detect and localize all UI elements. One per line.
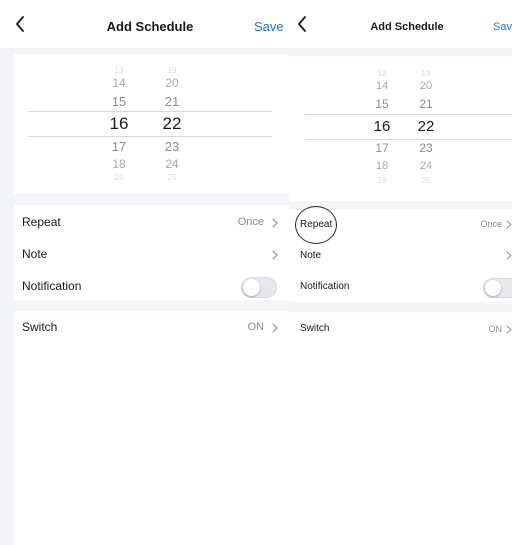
switch-card: Switch ON xyxy=(14,311,289,545)
note-row[interactable]: Note xyxy=(289,240,512,271)
toggle-knob xyxy=(243,279,260,296)
header: Add Schedule Save xyxy=(0,0,289,48)
time-picker[interactable]: 13 14 15 16 17 18 19 19 20 21 22 23 24 2… xyxy=(14,54,289,194)
hour-option[interactable]: 14 xyxy=(104,76,134,90)
back-button[interactable] xyxy=(292,11,312,37)
switch-row[interactable]: Switch ON xyxy=(14,311,289,343)
schedule-screen-right: Add Schedule Save 13 14 15 16 17 18 19 1… xyxy=(289,0,512,545)
hour-option[interactable]: 13 xyxy=(367,69,397,78)
highlight-circle xyxy=(295,206,337,244)
minute-option-selected[interactable]: 22 xyxy=(411,118,441,135)
notification-label: Notification xyxy=(300,281,350,292)
minute-option[interactable]: 19 xyxy=(411,69,441,78)
hour-option[interactable]: 19 xyxy=(367,176,397,185)
notification-toggle[interactable] xyxy=(241,277,277,298)
toggle-knob xyxy=(485,280,501,296)
minute-option[interactable]: 21 xyxy=(411,97,441,111)
chevron-right-icon xyxy=(506,325,512,334)
minute-option[interactable]: 23 xyxy=(157,139,187,154)
repeat-row[interactable]: Repeat Once xyxy=(14,205,289,238)
note-label: Note xyxy=(300,250,322,261)
minute-column[interactable]: 19 20 21 22 23 24 25 xyxy=(157,54,187,194)
switch-label: Switch xyxy=(22,320,58,334)
chevron-left-icon xyxy=(16,16,24,32)
save-button[interactable]: Save xyxy=(493,0,512,48)
hour-option[interactable]: 13 xyxy=(104,66,134,75)
minute-column[interactable]: 19 20 21 22 23 24 25 xyxy=(411,56,441,201)
hour-option[interactable]: 18 xyxy=(367,160,397,172)
page-title: Add Schedule xyxy=(106,19,194,34)
chevron-right-icon xyxy=(506,251,512,260)
hour-option-selected[interactable]: 16 xyxy=(104,114,134,134)
save-button[interactable]: Save xyxy=(254,0,284,48)
switch-value: ON xyxy=(247,321,265,333)
header: Add Schedule Save xyxy=(289,0,512,48)
page-title: Add Schedule xyxy=(370,21,444,33)
picker-divider-bottom xyxy=(28,136,272,137)
hour-option-selected[interactable]: 16 xyxy=(367,118,397,135)
minute-option[interactable]: 19 xyxy=(157,66,187,75)
minute-option[interactable]: 23 xyxy=(411,141,441,155)
back-button[interactable] xyxy=(10,11,30,37)
minute-option[interactable]: 25 xyxy=(157,173,187,182)
chevron-right-icon xyxy=(272,250,278,260)
minute-option[interactable]: 20 xyxy=(157,76,187,90)
chevron-right-icon xyxy=(506,220,512,229)
time-picker[interactable]: 13 14 15 16 17 18 19 19 20 21 22 23 24 2… xyxy=(289,56,512,201)
minute-option[interactable]: 25 xyxy=(411,176,441,185)
hour-column[interactable]: 13 14 15 16 17 18 19 xyxy=(104,54,134,194)
notification-label: Notification xyxy=(22,279,82,293)
picker-divider-top xyxy=(305,114,512,115)
hour-option[interactable]: 15 xyxy=(104,94,134,109)
minute-option[interactable]: 24 xyxy=(157,157,187,171)
hour-column[interactable]: 13 14 15 16 17 18 19 xyxy=(367,56,397,201)
picker-divider-top xyxy=(28,111,272,112)
minute-option[interactable]: 21 xyxy=(157,94,187,109)
note-label: Note xyxy=(22,247,48,261)
picker-divider-bottom xyxy=(305,139,512,140)
repeat-value: Once xyxy=(480,219,502,229)
switch-card: Switch ON xyxy=(289,312,512,545)
schedule-screen-left: Add Schedule Save 13 14 15 16 17 18 19 1… xyxy=(0,0,289,545)
hour-option[interactable]: 17 xyxy=(367,141,397,155)
notification-toggle[interactable] xyxy=(483,278,512,298)
chevron-right-icon xyxy=(272,323,278,333)
switch-row[interactable]: Switch ON xyxy=(289,312,512,344)
minute-option-selected[interactable]: 22 xyxy=(157,114,187,134)
hour-option[interactable]: 14 xyxy=(367,80,397,92)
settings-card: Repeat Once Note Notification xyxy=(14,205,289,300)
notification-row: Notification xyxy=(14,270,289,300)
hour-option[interactable]: 18 xyxy=(104,157,134,171)
hour-option[interactable]: 19 xyxy=(104,173,134,182)
note-row[interactable]: Note xyxy=(14,238,289,270)
switch-value: ON xyxy=(488,324,503,334)
hour-option[interactable]: 15 xyxy=(367,97,397,111)
hour-option[interactable]: 17 xyxy=(104,139,134,154)
chevron-left-icon xyxy=(298,16,306,32)
switch-label: Switch xyxy=(300,323,330,334)
notification-row: Notification xyxy=(289,271,512,302)
chevron-right-icon xyxy=(272,218,278,228)
minute-option[interactable]: 24 xyxy=(411,160,441,172)
repeat-label: Repeat xyxy=(22,215,61,229)
minute-option[interactable]: 20 xyxy=(411,80,441,92)
repeat-value: Once xyxy=(237,216,264,228)
